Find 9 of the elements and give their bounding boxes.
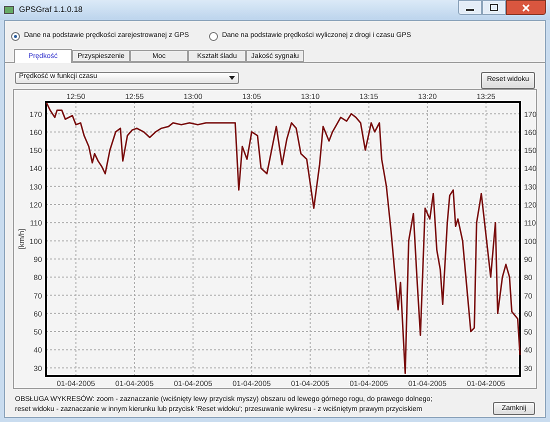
radio-indicator[interactable] [11,32,20,41]
minimize-button[interactable] [458,0,482,15]
app-icon [4,6,14,14]
close-button[interactable] [506,0,546,15]
close-icon [522,4,530,12]
maximize-button[interactable] [482,0,506,15]
caret-icon [229,76,235,80]
radio-indicator[interactable] [208,32,218,41]
window-title: GPSGraf 1.1.0.18 [19,4,83,16]
